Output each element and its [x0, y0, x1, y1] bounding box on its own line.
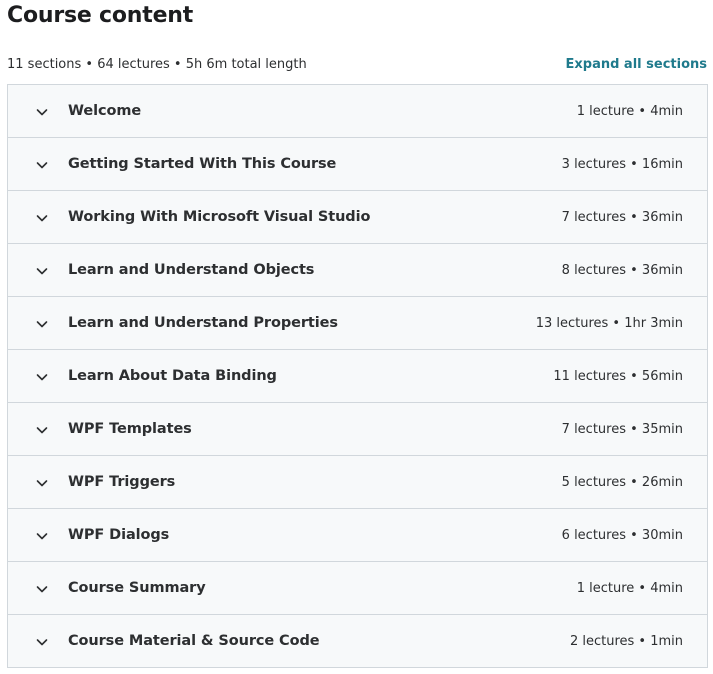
section-stats: 1 lecture • 4min: [576, 580, 683, 596]
section-title: Learn and Understand Properties: [68, 315, 338, 331]
chevron-down-icon: [36, 109, 48, 116]
section-stats: 5 lectures • 26min: [561, 474, 683, 490]
chevron-down-icon: [36, 321, 48, 328]
section-item[interactable]: Welcome 1 lecture • 4min: [8, 85, 707, 138]
course-summary-row: 11 sections • 64 lectures • 5h 6m total …: [7, 55, 707, 73]
section-stats: 11 lectures • 56min: [553, 368, 683, 384]
chevron-down-icon: [36, 639, 48, 646]
section-title: Learn About Data Binding: [68, 368, 277, 384]
section-item[interactable]: Getting Started With This Course 3 lectu…: [8, 138, 707, 191]
section-title: Welcome: [68, 103, 142, 119]
course-content-panel: Course content 11 sections • 64 lectures…: [0, 0, 713, 674]
section-item[interactable]: WPF Dialogs 6 lectures • 30min: [8, 509, 707, 562]
course-summary: 11 sections • 64 lectures • 5h 6m total …: [7, 56, 307, 72]
chevron-down-icon: [36, 268, 48, 275]
expand-all-sections-button[interactable]: Expand all sections: [566, 57, 708, 72]
section-title: Getting Started With This Course: [68, 156, 337, 172]
section-stats: 2 lectures • 1min: [569, 633, 683, 649]
section-stats: 8 lectures • 36min: [561, 262, 683, 278]
section-item[interactable]: Learn About Data Binding 11 lectures • 5…: [8, 350, 707, 403]
section-title: WPF Triggers: [68, 474, 176, 490]
chevron-down-icon: [36, 533, 48, 540]
section-item[interactable]: Learn and Understand Objects 8 lectures …: [8, 244, 707, 297]
section-title: Course Summary: [68, 580, 206, 596]
section-item[interactable]: Learn and Understand Properties 13 lectu…: [8, 297, 707, 350]
section-title: Course Material & Source Code: [68, 633, 320, 649]
chevron-down-icon: [36, 480, 48, 487]
chevron-down-icon: [36, 586, 48, 593]
section-title: WPF Dialogs: [68, 527, 170, 543]
section-stats: 13 lectures • 1hr 3min: [535, 315, 683, 331]
section-stats: 3 lectures • 16min: [561, 156, 683, 172]
chevron-down-icon: [36, 162, 48, 169]
section-item[interactable]: Course Material & Source Code 2 lectures…: [8, 615, 707, 668]
section-stats: 7 lectures • 36min: [561, 209, 683, 225]
section-stats: 1 lecture • 4min: [576, 103, 683, 119]
section-stats: 6 lectures • 30min: [561, 527, 683, 543]
page-title: Course content: [7, 3, 194, 28]
section-item[interactable]: WPF Templates 7 lectures • 35min: [8, 403, 707, 456]
sections-list: Welcome 1 lecture • 4min Getting Started…: [7, 84, 708, 668]
chevron-down-icon: [36, 374, 48, 381]
chevron-down-icon: [36, 427, 48, 434]
section-title: Working With Microsoft Visual Studio: [68, 209, 371, 225]
section-title: Learn and Understand Objects: [68, 262, 315, 278]
section-item[interactable]: WPF Triggers 5 lectures • 26min: [8, 456, 707, 509]
section-title: WPF Templates: [68, 421, 192, 437]
section-item[interactable]: Course Summary 1 lecture • 4min: [8, 562, 707, 615]
chevron-down-icon: [36, 215, 48, 222]
section-stats: 7 lectures • 35min: [561, 421, 683, 437]
section-item[interactable]: Working With Microsoft Visual Studio 7 l…: [8, 191, 707, 244]
